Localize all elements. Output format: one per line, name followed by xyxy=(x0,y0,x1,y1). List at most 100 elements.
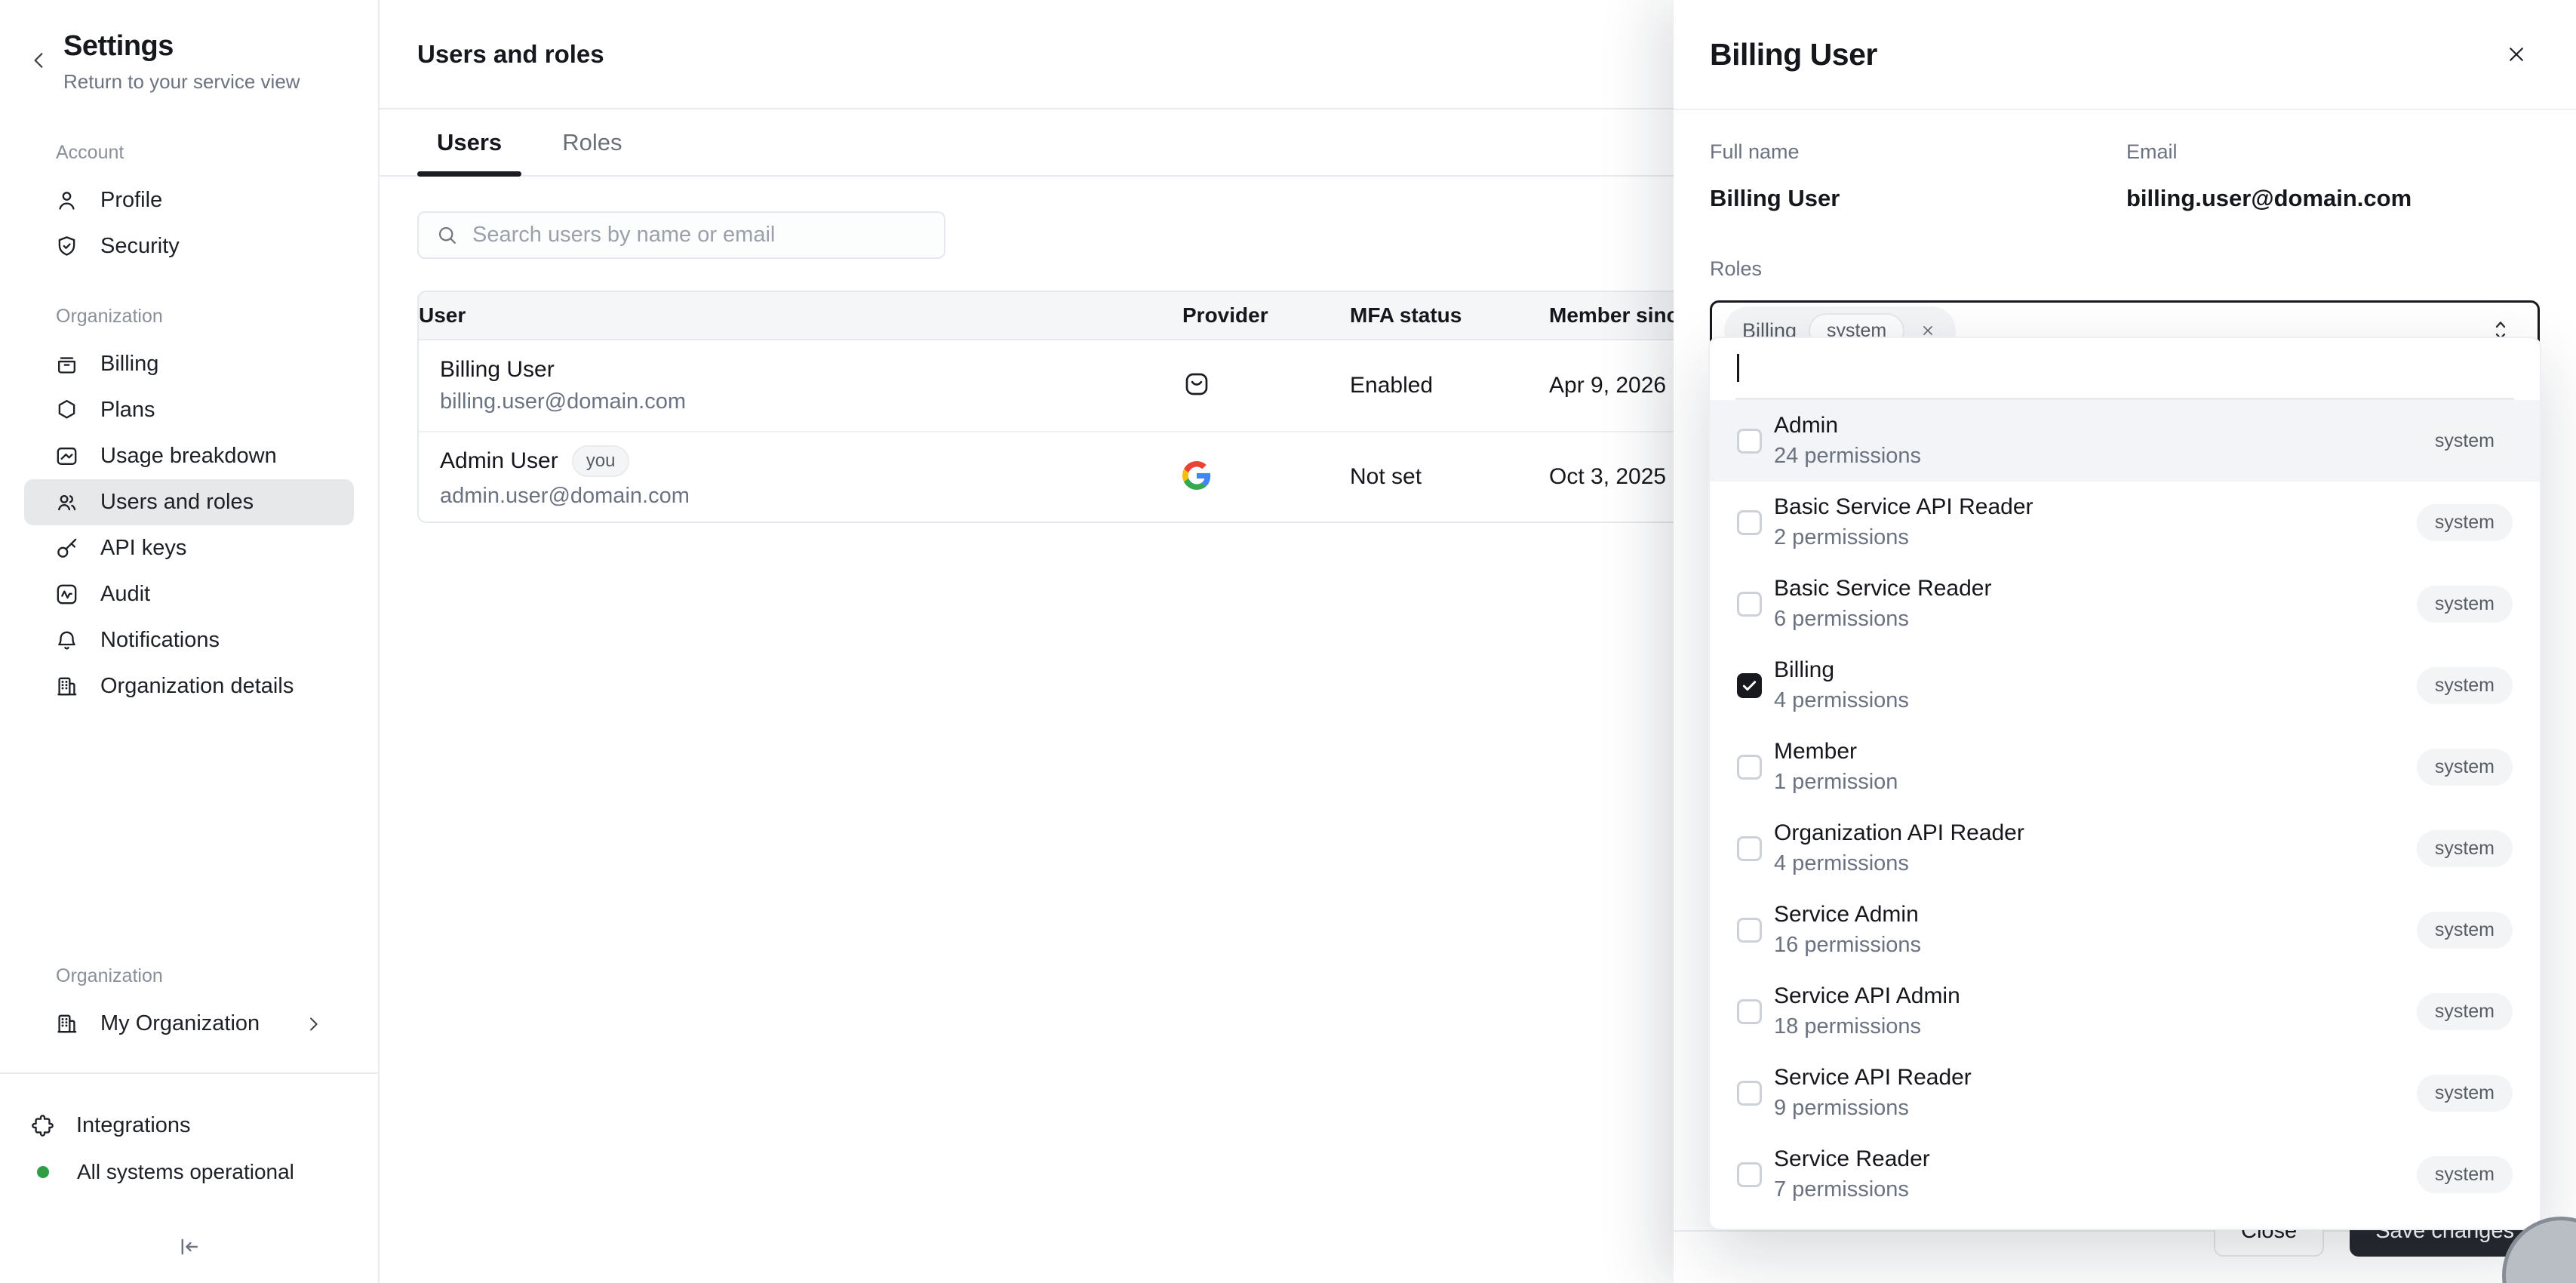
close-icon[interactable] xyxy=(2504,42,2529,67)
role-option[interactable]: Member 1 permission system xyxy=(1710,726,2540,808)
role-option-permissions: 16 permissions xyxy=(1774,933,1921,958)
role-checkbox[interactable] xyxy=(1737,429,1762,454)
role-option[interactable]: Service API Admin 18 permissions system xyxy=(1710,971,2540,1052)
status-dot xyxy=(37,1166,49,1178)
tab[interactable]: Roles xyxy=(543,109,641,175)
full-name-value: Billing User xyxy=(1710,185,2126,212)
sidebar-item-integrations[interactable]: Integrations xyxy=(24,1103,354,1149)
role-checkbox[interactable] xyxy=(1737,592,1762,617)
back-button[interactable] xyxy=(27,48,51,94)
system-scope-badge: system xyxy=(2417,586,2513,623)
role-checkbox[interactable] xyxy=(1737,755,1762,780)
role-option[interactable]: Service Reader 7 permissions system xyxy=(1710,1134,2540,1215)
search-input[interactable] xyxy=(472,223,927,248)
sidebar-item-label: Plans xyxy=(100,398,155,423)
organization-switcher-label: Organization xyxy=(56,965,354,987)
sidebar-nav: Account Profile Security Organization Bi… xyxy=(0,142,378,1283)
role-option-name: Member xyxy=(1774,739,1898,765)
system-scope-badge: system xyxy=(2417,423,2513,460)
system-scope-badge: system xyxy=(2417,993,2513,1030)
dropdown-search-input[interactable] xyxy=(1735,338,2514,400)
mfa-status: Not set xyxy=(1350,464,1549,490)
role-option-name: Service API Reader xyxy=(1774,1065,1972,1091)
sidebar-item[interactable]: Profile xyxy=(24,177,354,223)
sidebar-footer: Integrations All systems operational xyxy=(0,1072,378,1283)
status-label: All systems operational xyxy=(77,1160,294,1184)
sidebar-item[interactable]: Notifications xyxy=(24,617,354,663)
role-checkbox[interactable] xyxy=(1737,918,1762,943)
hexagon-icon xyxy=(54,398,79,423)
sidebar-item[interactable]: Users and roles xyxy=(24,479,354,525)
system-scope-badge: system xyxy=(2417,830,2513,867)
role-checkbox[interactable] xyxy=(1737,1162,1762,1187)
system-status-item[interactable]: All systems operational xyxy=(24,1149,354,1195)
roles-label: Roles xyxy=(1710,257,2540,281)
return-link[interactable]: Return to your service view xyxy=(63,70,300,94)
role-option-name: Organization API Reader xyxy=(1774,820,2024,846)
role-option[interactable]: Organization API Reader 4 permissions sy… xyxy=(1710,808,2540,889)
role-option-permissions: 24 permissions xyxy=(1774,444,1921,469)
email-value: billing.user@domain.com xyxy=(2126,185,2540,212)
system-scope-badge: system xyxy=(2417,1156,2513,1193)
sidebar-item[interactable]: Security xyxy=(24,223,354,269)
key-icon xyxy=(54,536,79,561)
dropdown-options: Admin 24 permissions system Basic Servic… xyxy=(1710,400,2540,1229)
tab-label: Users xyxy=(437,129,502,156)
building-icon xyxy=(54,1011,79,1036)
sidebar-header: Settings Return to your service view xyxy=(0,0,378,94)
page-title: Users and roles xyxy=(417,40,604,69)
user-email: billing.user@domain.com xyxy=(440,389,1182,414)
roles-dropdown: Admin 24 permissions system Basic Servic… xyxy=(1708,337,2541,1230)
organization-items: Billing Plans Usage breakdown Users and … xyxy=(24,341,354,709)
sidebar-item[interactable]: Organization details xyxy=(24,663,354,709)
sidebar-item[interactable]: Plans xyxy=(24,387,354,433)
role-option[interactable]: Basic Service Reader 6 permissions syste… xyxy=(1710,563,2540,645)
search-box[interactable] xyxy=(417,211,945,259)
table-column-header[interactable]: MFA status xyxy=(1350,303,1549,328)
table-column-header[interactable]: User xyxy=(419,303,1182,328)
role-option[interactable]: Admin 24 permissions system xyxy=(1710,400,2540,482)
users-icon xyxy=(54,490,79,515)
role-option-name: Basic Service API Reader xyxy=(1774,494,2033,520)
sidebar-item-label: Security xyxy=(100,234,180,259)
role-option[interactable]: Service Admin 16 permissions system xyxy=(1710,889,2540,971)
sidebar-item-label: Profile xyxy=(100,188,162,213)
role-option[interactable]: Basic Service API Reader 2 permissions s… xyxy=(1710,482,2540,563)
chevron-right-icon xyxy=(303,1014,324,1035)
sidebar-item[interactable]: Audit xyxy=(24,571,354,617)
user-email: admin.user@domain.com xyxy=(440,484,1182,509)
role-option-name: Basic Service Reader xyxy=(1774,576,1991,602)
role-checkbox[interactable] xyxy=(1737,836,1762,861)
mail-provider-icon xyxy=(1182,370,1211,398)
role-checkbox[interactable] xyxy=(1737,673,1762,698)
role-checkbox[interactable] xyxy=(1737,999,1762,1024)
sidebar-item-my-organization[interactable]: My Organization xyxy=(24,1001,354,1047)
role-option-permissions: 1 permission xyxy=(1774,770,1898,795)
role-option[interactable]: Billing 4 permissions system xyxy=(1710,645,2540,726)
google-icon xyxy=(1182,461,1211,490)
integrations-label: Integrations xyxy=(76,1113,191,1138)
drawer-header: Billing User xyxy=(1674,0,2576,110)
user-icon xyxy=(54,188,79,213)
sidebar-item[interactable]: Billing xyxy=(24,341,354,387)
role-option[interactable]: Service API Reader 9 permissions system xyxy=(1710,1052,2540,1134)
building-icon xyxy=(54,674,79,699)
role-checkbox[interactable] xyxy=(1737,510,1762,535)
organization-section-label: Organization xyxy=(56,306,354,328)
sidebar-item[interactable]: Usage breakdown xyxy=(24,433,354,479)
system-scope-badge: system xyxy=(2417,912,2513,949)
sidebar-item-label: My Organization xyxy=(100,1011,260,1036)
drawer-footer: Close Save changes xyxy=(1674,1230,2576,1257)
settings-title: Settings xyxy=(63,30,300,63)
role-option-name: Service Admin xyxy=(1774,902,1921,928)
table-column-header[interactable]: Provider xyxy=(1182,303,1350,328)
tab[interactable]: Users xyxy=(417,109,521,175)
sidebar: Settings Return to your service view Acc… xyxy=(0,0,380,1283)
archive-icon xyxy=(54,352,79,377)
role-option-permissions: 7 permissions xyxy=(1774,1177,1930,1202)
collapse-sidebar-button[interactable] xyxy=(24,1234,354,1263)
sidebar-item[interactable]: API keys xyxy=(24,525,354,571)
role-checkbox[interactable] xyxy=(1737,1081,1762,1106)
role-option-name: Admin xyxy=(1774,413,1921,438)
sidebar-spacer xyxy=(24,709,354,965)
